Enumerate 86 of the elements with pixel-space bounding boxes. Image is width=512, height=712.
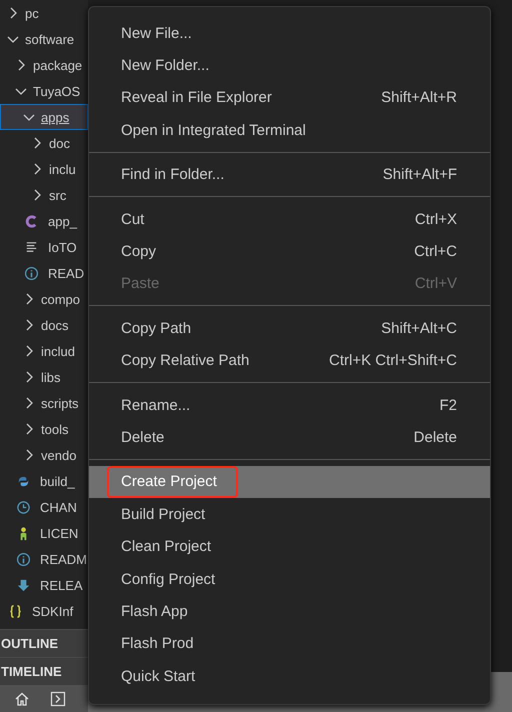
file-name: libs <box>41 370 61 384</box>
file-name: scripts <box>41 396 79 410</box>
tree-item[interactable]: pc <box>0 0 88 26</box>
menu-item[interactable]: Copy Relative Path Ctrl+K Ctrl+Shift+C <box>89 344 490 377</box>
tree-item[interactable]: CHAN <box>0 494 88 520</box>
tree-item[interactable]: LICEN <box>0 520 88 546</box>
home-icon[interactable] <box>14 690 30 706</box>
braces-icon <box>8 604 23 618</box>
file-name: docs <box>41 318 68 332</box>
lines-icon <box>24 240 39 254</box>
file-name: TuyaOS <box>33 84 80 98</box>
menu-item[interactable]: Delete Delete <box>89 421 490 454</box>
shortcut-text: Ctrl+C <box>414 243 457 260</box>
terminal-icon[interactable] <box>50 690 66 706</box>
file-name: tools <box>41 422 68 436</box>
tree-item[interactable]: inclu <box>0 156 88 182</box>
menu-item[interactable]: Create Project <box>89 466 490 498</box>
file-name: software <box>25 32 74 46</box>
tree-item[interactable]: SDKInf <box>0 598 88 624</box>
file-name: build_ <box>40 474 75 488</box>
file-name: inclu <box>49 162 76 176</box>
menu-item[interactable]: Cut Ctrl+X <box>89 202 490 236</box>
tree-item[interactable]: doc <box>0 130 88 156</box>
file-name: pc <box>25 6 39 20</box>
tree-item[interactable]: includ <box>0 338 88 364</box>
shortcut-text: Ctrl+X <box>414 210 457 228</box>
file-name: CHAN <box>40 500 77 514</box>
file-name: LICEN <box>40 526 78 540</box>
file-name: SDKInf <box>32 604 74 618</box>
shortcut-text: Shift+Alt+R <box>381 89 457 106</box>
tree-item[interactable]: software <box>0 26 88 52</box>
file-name: src <box>49 188 66 202</box>
shortcut-text: Shift+Alt+C <box>381 320 457 337</box>
menu-item[interactable]: Flash App <box>89 595 490 628</box>
shortcut-text: Ctrl+K Ctrl+Shift+C <box>329 352 457 370</box>
menu-item[interactable]: Open in Integrated Terminal <box>89 114 490 147</box>
info-icon <box>16 552 31 566</box>
file-name: vendo <box>41 448 76 462</box>
shortcut-text: Shift+Alt+F <box>382 166 457 184</box>
menu-item[interactable]: New Folder... <box>89 49 490 82</box>
tree-item[interactable]: RELEA <box>0 572 88 598</box>
file-name: IoTO <box>48 240 77 254</box>
panel-header[interactable]: TIMELINE <box>0 657 88 685</box>
menu-item[interactable]: New File... <box>89 17 490 50</box>
shortcut-text: F2 <box>439 396 457 414</box>
file-name: package <box>33 58 82 72</box>
shortcut-text: Delete <box>414 428 457 446</box>
tree-item[interactable]: scripts <box>0 390 88 416</box>
file-name: includ <box>41 344 75 358</box>
shortcut-text: Ctrl+V <box>414 275 457 292</box>
menu-item[interactable]: Config Project <box>89 562 490 596</box>
panel-header[interactable]: OUTLINE <box>0 629 88 657</box>
tree-item[interactable]: IoTO <box>0 234 88 260</box>
clock-icon <box>16 500 31 514</box>
file-name: app_ <box>48 214 77 228</box>
tree-item[interactable]: tools <box>0 416 88 442</box>
c-file-icon <box>24 214 39 228</box>
info-icon <box>24 266 39 280</box>
menu-item[interactable]: Build Project <box>89 498 490 530</box>
menu-item[interactable]: Quick Start <box>89 660 490 692</box>
tree-item[interactable]: src <box>0 182 88 208</box>
tree-item[interactable]: TuyaOS <box>0 78 88 104</box>
file-name: READM <box>40 552 87 566</box>
tree-item[interactable]: compo <box>0 286 88 312</box>
file-name: READ <box>48 266 84 280</box>
menu-item[interactable]: Copy Path Shift+Alt+C <box>89 312 490 345</box>
tree-item[interactable]: docs <box>0 312 88 338</box>
tree-item[interactable]: apps <box>0 104 88 130</box>
menu-item[interactable]: Reveal in File Explorer Shift+Alt+R <box>89 82 490 114</box>
tree-item[interactable]: READM <box>0 546 88 572</box>
file-name: apps <box>41 110 70 124</box>
file-name: compo <box>41 292 80 306</box>
tree-item[interactable]: vendo <box>0 442 88 468</box>
file-name: doc <box>49 136 70 150</box>
menu-item[interactable]: Copy Ctrl+C <box>89 235 490 268</box>
tree-item[interactable]: package <box>0 52 88 78</box>
tree-item[interactable]: build_ <box>0 468 88 494</box>
menu-item[interactable]: Rename... F2 <box>89 388 490 422</box>
tree-item[interactable]: READ <box>0 260 88 286</box>
tree-item[interactable]: app_ <box>0 208 88 234</box>
down-arrow-icon <box>16 578 31 592</box>
file-name: RELEA <box>40 578 83 592</box>
menu-item[interactable]: Flash Prod <box>89 628 490 660</box>
menu-item[interactable]: Clean Project <box>89 530 490 563</box>
tree-item[interactable]: libs <box>0 364 88 390</box>
menu-item[interactable]: Find in Folder... Shift+Alt+F <box>89 158 490 191</box>
